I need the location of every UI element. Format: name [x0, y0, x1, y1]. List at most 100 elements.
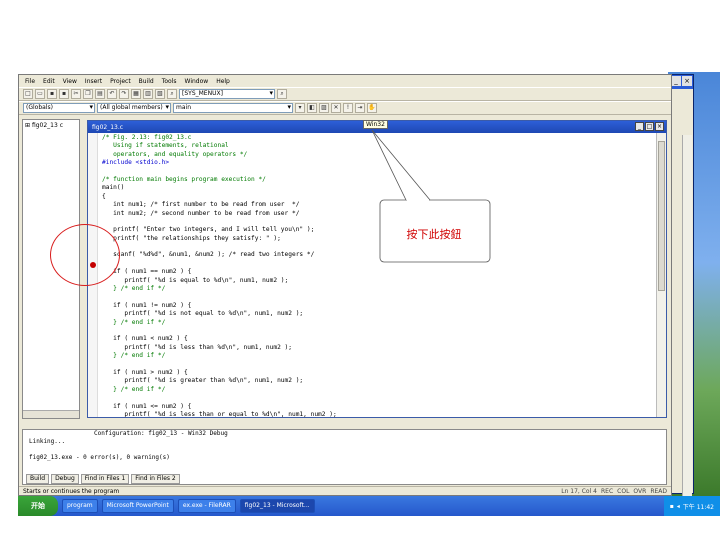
code-line: printf( "%d is not equal to %d\n", num1,… [102, 310, 304, 318]
wizard-action-icon[interactable]: ▾ [295, 103, 305, 113]
output-line: Configuration: fig02_13 - Win32 Debug [29, 430, 228, 437]
save-all-icon[interactable]: ▪ [59, 89, 69, 99]
scroll-thumb[interactable] [658, 141, 665, 291]
callout-text: 按下此按鈕 [406, 228, 462, 241]
redo-icon[interactable]: ↷ [119, 89, 129, 99]
wizardbar-toolbar: (Globals) (All global members) main ▾ ◧ … [19, 101, 671, 115]
output-line: Linking... [29, 438, 66, 445]
code-line: if ( num1 < num2 ) { [102, 335, 188, 343]
taskbar-item[interactable]: ex.exe - FileRAR [177, 499, 236, 513]
save-icon[interactable]: ▪ [47, 89, 57, 99]
status-message: Starts or continues the program [23, 488, 120, 495]
menu-item[interactable]: Help [216, 78, 230, 85]
cursor-position: Ln 17, Col 4 [561, 488, 597, 495]
maximize-icon[interactable]: □ [645, 122, 654, 131]
taskbar-item[interactable]: fig02_13 - Microsoft... [239, 499, 315, 513]
menu-item[interactable]: Window [185, 78, 209, 85]
execute-icon[interactable]: ! [343, 103, 353, 113]
minimize-icon[interactable]: _ [635, 122, 644, 131]
menu-bar: File Edit View Insert Project Build Tools Windo… [19, 75, 671, 87]
menu-item[interactable]: File [25, 78, 35, 85]
stop-build-icon[interactable]: ✕ [331, 103, 341, 113]
code-line: } /* end if */ [102, 352, 166, 360]
output-tab[interactable]: Debug [51, 474, 79, 484]
menu-item[interactable]: Tools [162, 78, 177, 85]
indicator: COL [617, 488, 630, 495]
menu-item[interactable]: Edit [43, 78, 55, 85]
members-combo[interactable]: (All global members) [97, 103, 171, 113]
menu-item[interactable]: View [63, 78, 77, 85]
code-line: if ( num1 > num2 ) { [102, 368, 188, 376]
code-line: } /* end if */ [102, 318, 166, 326]
minimize-icon[interactable]: _ [671, 76, 681, 86]
indicator: READ [650, 488, 667, 495]
workspace-node[interactable]: ⊞ fig02_13 c [23, 120, 79, 131]
function-combo[interactable]: main [173, 103, 293, 113]
menu-item[interactable]: Build [139, 78, 154, 85]
close-icon[interactable]: × [655, 122, 664, 131]
code-line: } /* end if */ [102, 385, 166, 393]
compile-icon[interactable]: ◧ [307, 103, 317, 113]
workspace-icon[interactable]: ▦ [131, 89, 141, 99]
screenshot-stage: _ × File Edit View Insert Project Build Tools W… [0, 0, 720, 540]
taskbar-item[interactable]: Microsoft PowerPoint [101, 499, 174, 513]
workspace-node-label: fig02_13 c [31, 122, 64, 129]
callout-bubble [371, 129, 491, 263]
taskbar-item[interactable]: program [62, 499, 98, 513]
output-tab[interactable]: Find in Files 2 [131, 474, 180, 484]
network-icon[interactable]: ▪ [670, 503, 674, 510]
menu-item[interactable]: Insert [85, 78, 102, 85]
code-line: printf( "%d is equal to %d\n", num1, num… [102, 276, 289, 284]
standard-toolbar: □ ▭ ▪ ▪ ✂ ❐ ▤ ↶ ↷ ▦ ▥ ▧ ⌕ [SYS_MENUX] ⌕ [19, 87, 671, 101]
open-icon[interactable]: ▭ [35, 89, 45, 99]
code-line: if ( num1 != num2 ) { [102, 301, 192, 309]
status-bar: Starts or continues the program Ln 17, C… [19, 486, 671, 496]
workspace-scrollbar[interactable] [23, 410, 79, 418]
code-line: } /* end if */ [102, 285, 166, 293]
close-icon[interactable]: × [682, 76, 692, 86]
new-file-icon[interactable]: □ [23, 89, 33, 99]
system-tray: ▪ ◂ 下午 11:42 [663, 496, 720, 516]
output-tab[interactable]: Build [26, 474, 50, 484]
copy-icon[interactable]: ❐ [83, 89, 93, 99]
menu-item[interactable]: Project [110, 78, 131, 85]
paste-icon[interactable]: ▤ [95, 89, 105, 99]
visual-cpp-window: File Edit View Insert Project Build Tools Windo… [18, 74, 672, 496]
output-line: fig02_13.exe - 0 error(s), 0 warning(s) [29, 454, 170, 461]
cut-icon[interactable]: ✂ [71, 89, 81, 99]
windows-icon[interactable]: ▧ [155, 89, 165, 99]
find-combo[interactable]: [SYS_MENUX] [179, 89, 275, 99]
volume-icon[interactable]: ◂ [677, 503, 680, 510]
find-icon[interactable]: ⌕ [277, 89, 287, 99]
breakpoint-icon[interactable]: ✋ [367, 103, 377, 113]
build-icon[interactable]: ▨ [319, 103, 329, 113]
start-button[interactable]: 开始 [18, 496, 58, 516]
code-line: if ( num1 == num2 ) { [102, 268, 192, 276]
class-combo[interactable]: (Globals) [23, 103, 95, 113]
code-line: printf( "%d is less than %d\n", num1, nu… [102, 343, 292, 351]
code-line: if ( num1 <= num2 ) { [102, 402, 192, 410]
output-tabs: Build Debug Find in Files 1 Find in Files 2 [22, 474, 180, 484]
editor-scrollbar[interactable] [656, 133, 666, 417]
code-window-title: fig02_13.c [92, 123, 124, 131]
expand-icon[interactable]: ⊞ [25, 122, 32, 129]
clock[interactable]: 下午 11:42 [683, 502, 714, 511]
indicator: OVR [633, 488, 647, 495]
indicator: REC [601, 488, 614, 495]
tooltip: Win32 [363, 120, 388, 129]
undo-icon[interactable]: ↶ [107, 89, 117, 99]
output-tab[interactable]: Find in Files 1 [80, 474, 130, 484]
find-in-files-icon[interactable]: ⌕ [167, 89, 177, 99]
taskbar: 开始 program Microsoft PowerPoint ex.exe -… [18, 496, 720, 516]
code-line: printf( "%d is less than or equal to %d\… [102, 410, 337, 417]
background-window-scrollbar[interactable] [682, 135, 692, 515]
output-icon[interactable]: ▥ [143, 89, 153, 99]
code-line: printf( "%d is greater than %d\n", num1,… [102, 377, 304, 385]
highlight-circle [50, 224, 120, 286]
go-icon[interactable]: ⇥ [355, 103, 365, 113]
